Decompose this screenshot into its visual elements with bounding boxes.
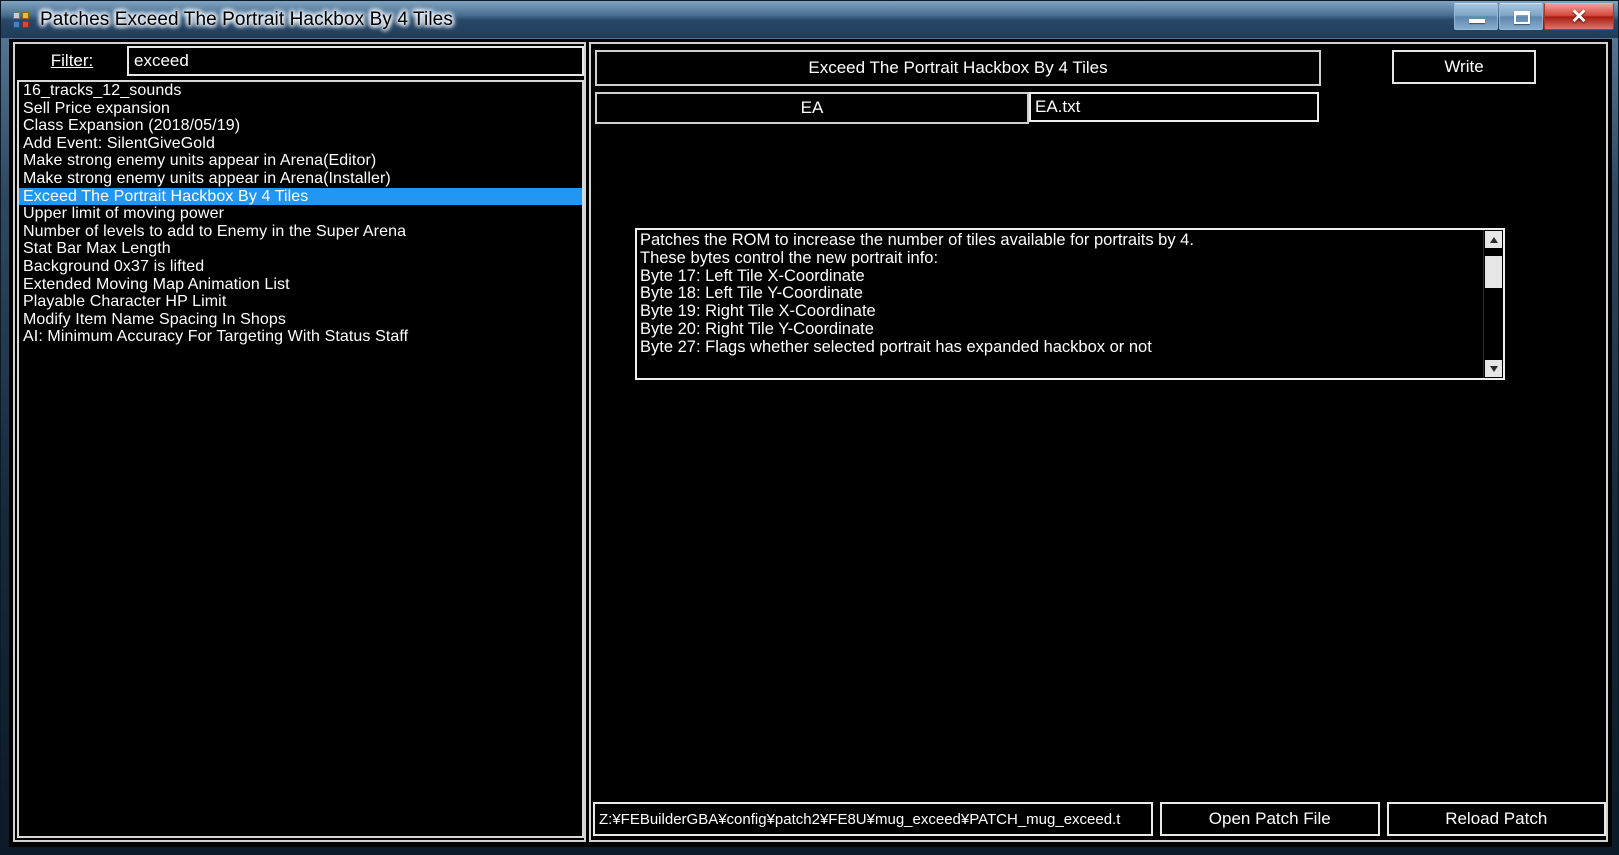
- patch-description-text: Patches the ROM to increase the number o…: [640, 231, 1194, 356]
- maximize-button[interactable]: [1499, 3, 1543, 30]
- description-scrollbar[interactable]: [1483, 230, 1503, 378]
- list-item[interactable]: Upper limit of moving power: [19, 205, 582, 223]
- application-window: Patches Exceed The Portrait Hackbox By 4…: [0, 0, 1619, 855]
- filter-label: Filter:: [17, 46, 127, 76]
- minimize-button[interactable]: [1454, 3, 1498, 30]
- patch-description-box[interactable]: Patches the ROM to increase the number o…: [635, 228, 1505, 380]
- list-item[interactable]: Class Expansion (2018/05/19): [19, 117, 582, 135]
- write-button-label: Write: [1444, 57, 1484, 76]
- list-item[interactable]: Make strong enemy units appear in Arena(…: [19, 152, 582, 170]
- close-button[interactable]: ✕: [1544, 3, 1614, 30]
- open-patch-file-button[interactable]: Open Patch File: [1160, 802, 1380, 836]
- scroll-up-icon[interactable]: [1485, 231, 1502, 248]
- list-item[interactable]: 16_tracks_12_sounds: [19, 82, 582, 100]
- list-item[interactable]: Modify Item Name Spacing In Shops: [19, 311, 582, 329]
- reload-patch-button[interactable]: Reload Patch: [1386, 802, 1606, 836]
- patch-detail-panel: Exceed The Portrait Hackbox By 4 Tiles W…: [589, 42, 1608, 842]
- title-bar: Patches Exceed The Portrait Hackbox By 4…: [1, 1, 1618, 38]
- window-controls: ✕: [1454, 3, 1614, 30]
- patch-title-display: Exceed The Portrait Hackbox By 4 Tiles: [595, 50, 1321, 86]
- list-item[interactable]: Exceed The Portrait Hackbox By 4 Tiles: [19, 187, 582, 206]
- bottom-toolbar: Open Patch File Reload Patch: [593, 802, 1606, 836]
- list-item[interactable]: Sell Price expansion: [19, 100, 582, 118]
- filter-input[interactable]: [127, 46, 584, 76]
- patch-type-display: EA: [595, 92, 1029, 124]
- list-item[interactable]: Stat Bar Max Length: [19, 240, 582, 258]
- minimize-icon: [1469, 19, 1485, 23]
- close-icon: ✕: [1570, 6, 1588, 28]
- list-item[interactable]: Number of levels to add to Enemy in the …: [19, 223, 582, 241]
- scrollbar-thumb[interactable]: [1485, 256, 1502, 288]
- list-item[interactable]: Playable Character HP Limit: [19, 293, 582, 311]
- scroll-down-icon[interactable]: [1485, 360, 1502, 377]
- write-button[interactable]: Write: [1392, 50, 1536, 84]
- window-title: Patches Exceed The Portrait Hackbox By 4…: [40, 8, 453, 30]
- patch-file-input[interactable]: [1029, 92, 1319, 122]
- client-area: Filter: 16_tracks_12_soundsSell Price ex…: [9, 39, 1612, 847]
- app-icon: [13, 11, 31, 29]
- open-patch-file-label: Open Patch File: [1208, 809, 1331, 828]
- patch-path-input[interactable]: [593, 802, 1153, 836]
- list-item[interactable]: Make strong enemy units appear in Arena(…: [19, 170, 582, 188]
- patch-list[interactable]: 16_tracks_12_sounds Sell Price expansion C…: [17, 80, 584, 838]
- list-item[interactable]: Extended Moving Map Animation List: [19, 276, 582, 294]
- list-item[interactable]: AI: Minimum Accuracy For Targeting With …: [19, 328, 582, 346]
- reload-patch-label: Reload Patch: [1445, 809, 1548, 828]
- patch-browser-panel: Filter: 16_tracks_12_soundsSell Price ex…: [13, 42, 586, 842]
- filter-row: Filter:: [17, 46, 584, 76]
- maximize-icon: [1514, 11, 1530, 24]
- patch-type-text: EA: [800, 98, 824, 117]
- list-item[interactable]: Background 0x37 is lifted: [19, 258, 582, 276]
- list-item[interactable]: Add Event: SilentGiveGold: [19, 135, 582, 153]
- patch-title-text: Exceed The Portrait Hackbox By 4 Tiles: [808, 58, 1108, 77]
